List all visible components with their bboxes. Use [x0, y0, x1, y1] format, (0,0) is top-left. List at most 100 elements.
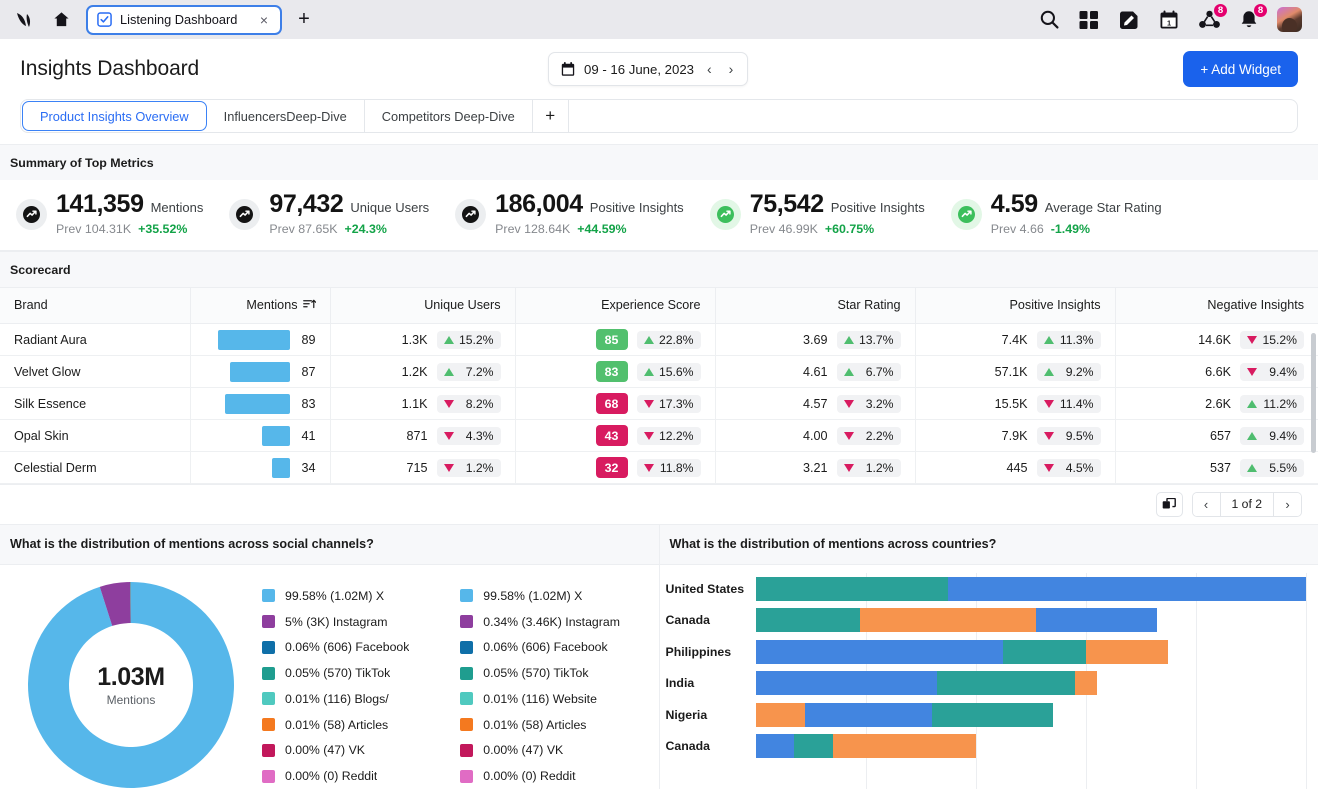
donut-legend: 99.58% (1.02M) X 5% (3K) Instagram 0.06%…: [262, 565, 659, 789]
table-row[interactable]: Celestial Derm 34 715 1.2% 32 11.8% 3.21…: [0, 452, 1318, 484]
legend-label: 99.58% (1.02M) X: [483, 589, 582, 603]
table-row[interactable]: Velvet Glow 87 1.2K 7.2% 83 15.6% 4.61 6…: [0, 356, 1318, 388]
legend-item[interactable]: 99.58% (1.02M) X: [460, 583, 658, 609]
country-bar-row[interactable]: [756, 699, 1307, 731]
arrow-up-icon: [644, 368, 654, 376]
country-bar-row[interactable]: [756, 605, 1307, 637]
country-label: United States: [666, 573, 756, 605]
tab-influencers-deep-dive[interactable]: InfluencersDeep-Dive: [207, 100, 365, 132]
date-range-picker[interactable]: 09 - 16 June, 2023 ‹ ›: [548, 52, 748, 86]
legend-item[interactable]: 0.01% (116) Website: [460, 686, 658, 712]
scorecard-footer: ‹ 1 of 2 ›: [0, 484, 1318, 524]
tab-competitors-deep-dive[interactable]: Competitors Deep-Dive: [365, 100, 533, 132]
positive-value: 7.4K: [1002, 333, 1028, 347]
bar-segment[interactable]: [756, 734, 795, 758]
table-row[interactable]: Radiant Aura 89 1.3K 15.2% 85 22.8% 3.69…: [0, 324, 1318, 356]
sprinklr-logo-icon[interactable]: [8, 4, 42, 36]
legend-item[interactable]: 0.34% (3.46K) Instagram: [460, 609, 658, 635]
page-header: Insights Dashboard 09 - 16 June, 2023 ‹ …: [0, 39, 1318, 99]
cell-positive-insights: 57.1K 9.2%: [915, 356, 1115, 388]
legend-item[interactable]: 0.05% (570) TikTok: [460, 660, 658, 686]
bar-segment[interactable]: [1036, 608, 1157, 632]
country-bar-row[interactable]: [756, 636, 1307, 668]
column-header-mentions[interactable]: Mentions: [190, 288, 330, 324]
legend-item[interactable]: 0.00% (0) Reddit: [262, 763, 460, 789]
legend-item[interactable]: 0.00% (47) VK: [262, 738, 460, 764]
bar-segment[interactable]: [756, 640, 1004, 664]
bar-segment[interactable]: [756, 608, 861, 632]
column-header-experience-score[interactable]: Experience Score: [515, 288, 715, 324]
users-value: 1.1K: [402, 397, 428, 411]
delta-value: 6.7%: [859, 365, 894, 379]
country-label: Philippines: [666, 636, 756, 668]
date-prev-button[interactable]: ‹: [703, 62, 716, 76]
dashboard-tabs-row: Product Insights Overview InfluencersDee…: [0, 99, 1318, 144]
bar-segment[interactable]: [794, 734, 833, 758]
country-bar-row[interactable]: [756, 668, 1307, 700]
page-next-button[interactable]: ›: [1274, 493, 1301, 516]
compose-edit-icon[interactable]: [1117, 8, 1141, 32]
delta-chip: 17.3%: [637, 395, 701, 413]
bar-segment[interactable]: [833, 734, 976, 758]
user-avatar[interactable]: [1277, 7, 1302, 32]
apps-grid-icon[interactable]: [1077, 8, 1101, 32]
page-prev-button[interactable]: ‹: [1193, 493, 1220, 516]
bar-segment[interactable]: [756, 671, 938, 695]
country-bar-row[interactable]: [756, 731, 1307, 763]
close-icon[interactable]: ×: [256, 13, 272, 27]
cell-mentions: 89: [190, 324, 330, 356]
tab-product-insights-overview[interactable]: Product Insights Overview: [22, 101, 207, 131]
country-bar-row[interactable]: [756, 573, 1307, 605]
column-header-negative-insights[interactable]: Negative Insights: [1115, 288, 1318, 324]
add-tab-button[interactable]: +: [533, 100, 569, 132]
bar-segment[interactable]: [932, 703, 1053, 727]
date-next-button[interactable]: ›: [725, 62, 738, 76]
table-row[interactable]: Opal Skin 41 871 4.3% 43 12.2% 4.00 2.2%: [0, 420, 1318, 452]
legend-item[interactable]: 0.01% (58) Articles: [262, 712, 460, 738]
new-tab-button[interactable]: +: [290, 6, 318, 34]
metric-trend-icon: [455, 199, 486, 230]
legend-item[interactable]: 0.01% (116) Blogs/: [262, 686, 460, 712]
donut-chart[interactable]: 1.03M Mentions: [25, 579, 237, 789]
calendar-icon[interactable]: 1: [1157, 8, 1181, 32]
legend-item[interactable]: 0.06% (606) Facebook: [460, 635, 658, 661]
add-widget-button[interactable]: + Add Widget: [1183, 51, 1298, 87]
bar-segment[interactable]: [860, 608, 1036, 632]
table-header-row: BrandMentionsUnique UsersExperience Scor…: [0, 288, 1318, 324]
legend-item[interactable]: 0.05% (570) TikTok: [262, 660, 460, 686]
table-row[interactable]: Silk Essence 83 1.1K 8.2% 68 17.3% 4.57 …: [0, 388, 1318, 420]
delta-value: 9.4%: [1262, 429, 1297, 443]
delta-chip: 15.2%: [1240, 331, 1304, 349]
users-value: 1.3K: [402, 333, 428, 347]
bar-segment[interactable]: [1086, 640, 1169, 664]
legend-item[interactable]: 99.58% (1.02M) X: [262, 583, 460, 609]
column-header-unique-users[interactable]: Unique Users: [330, 288, 515, 324]
browser-tab[interactable]: Listening Dashboard ×: [86, 5, 282, 35]
search-icon[interactable]: [1037, 8, 1061, 32]
engagement-people-icon[interactable]: 8: [1197, 8, 1221, 32]
table-scrollbar[interactable]: [1311, 333, 1316, 453]
delta-chip: 11.2%: [1240, 395, 1304, 413]
column-header-star-rating[interactable]: Star Rating: [715, 288, 915, 324]
legend-item[interactable]: 0.01% (58) Articles: [460, 712, 658, 738]
bar-segment[interactable]: [805, 703, 932, 727]
home-icon[interactable]: [44, 4, 78, 36]
legend-item[interactable]: 0.00% (0) Reddit: [460, 763, 658, 789]
sort-ascending-icon[interactable]: [303, 298, 316, 311]
legend-item[interactable]: 0.06% (606) Facebook: [262, 635, 460, 661]
expand-table-icon[interactable]: [1156, 492, 1183, 517]
column-header-brand[interactable]: Brand: [0, 288, 190, 324]
bar-segment[interactable]: [756, 577, 949, 601]
bar-segment[interactable]: [1003, 640, 1086, 664]
legend-swatch: [262, 615, 275, 628]
bar-segment[interactable]: [756, 703, 806, 727]
legend-item[interactable]: 5% (3K) Instagram: [262, 609, 460, 635]
arrow-down-icon: [1044, 464, 1054, 472]
column-header-positive-insights[interactable]: Positive Insights: [915, 288, 1115, 324]
bar-segment[interactable]: [948, 577, 1306, 601]
legend-item[interactable]: 0.00% (47) VK: [460, 738, 658, 764]
bar-segment[interactable]: [937, 671, 1075, 695]
delta-chip: 3.2%: [837, 395, 901, 413]
bar-segment[interactable]: [1075, 671, 1097, 695]
notifications-bell-icon[interactable]: 8: [1237, 8, 1261, 32]
